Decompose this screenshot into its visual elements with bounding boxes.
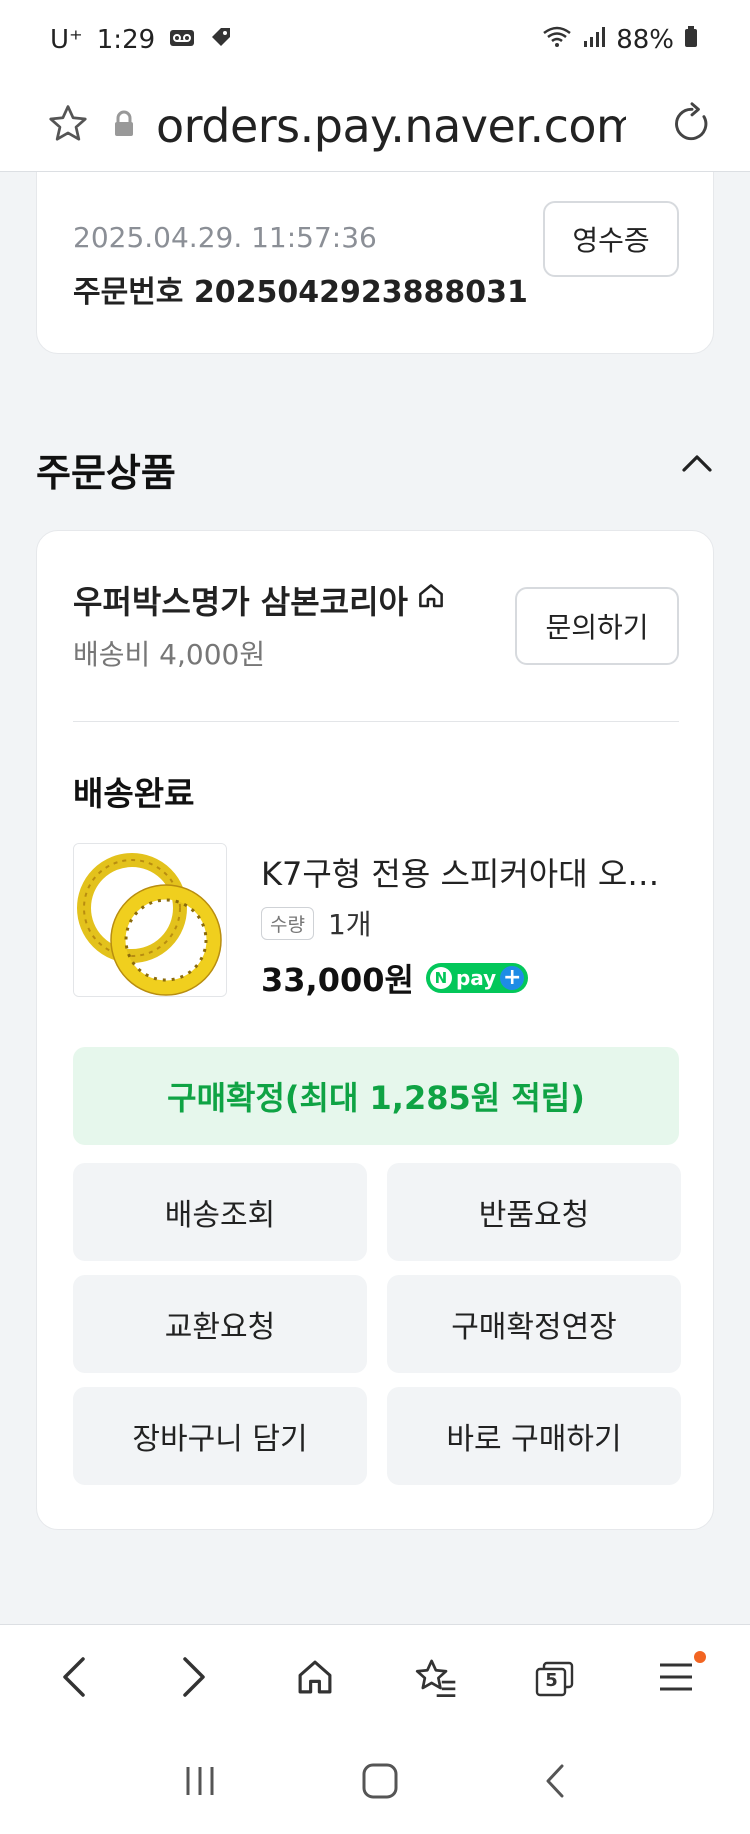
recent-apps-icon[interactable] <box>182 1764 218 1802</box>
battery-level: 88% <box>616 25 674 55</box>
lock-icon <box>112 110 136 142</box>
forward-button[interactable] <box>154 1639 234 1719</box>
receipt-button[interactable]: 영수증 <box>543 201 679 277</box>
order-datetime: 2025.04.29. 11:57:36 <box>73 221 377 254</box>
plus-icon: + <box>500 966 525 990</box>
system-back-icon[interactable] <box>542 1762 568 1804</box>
bookmarks-button[interactable] <box>395 1639 475 1719</box>
buy-now-button[interactable]: 바로 구매하기 <box>387 1387 681 1485</box>
seller-name[interactable]: 우퍼박스명가 삼본코리아 <box>73 577 408 623</box>
order-item-card: 우퍼박스명가 삼본코리아 배송비 4,000원 문의하기 배송완료 K7구형 전… <box>36 530 714 1530</box>
time-label: 1:29 <box>96 25 156 55</box>
seller-name-row[interactable]: 우퍼박스명가 삼본코리아 <box>73 577 446 623</box>
home-square-icon[interactable] <box>361 1762 399 1804</box>
page-content: 2025.04.29. 11:57:36 주문번호 20250429238880… <box>0 172 750 1624</box>
system-nav-bar <box>0 1732 750 1834</box>
naver-n-icon: N <box>429 967 452 989</box>
quantity-label: 수량 <box>261 906 314 940</box>
product-thumbnail[interactable] <box>73 843 227 997</box>
extend-confirm-button[interactable]: 구매확정연장 <box>387 1275 681 1373</box>
carrier-label: U⁺ <box>50 25 83 55</box>
signal-icon <box>582 25 606 55</box>
order-info-card: 2025.04.29. 11:57:36 주문번호 20250429238880… <box>36 172 714 354</box>
quantity-row: 수량 1개 <box>261 903 372 943</box>
inquiry-button[interactable]: 문의하기 <box>515 587 679 665</box>
menu-icon <box>657 1660 695 1698</box>
url-text[interactable]: orders.pay.naver.com <box>156 99 626 153</box>
wifi-icon <box>542 25 572 56</box>
tabs-icon: 5 <box>534 1661 576 1697</box>
exchange-request-button[interactable]: 교환요청 <box>73 1275 367 1373</box>
tabs-count: 5 <box>545 1669 558 1691</box>
chevron-right-icon <box>179 1655 209 1703</box>
reload-icon[interactable] <box>670 101 714 150</box>
shipping-fee: 배송비 4,000원 <box>73 638 266 671</box>
npay-badge: N pay + <box>425 963 529 993</box>
price-row: 33,000원 N pay + <box>261 955 529 1001</box>
browser-url-bar: orders.pay.naver.com <box>0 80 750 172</box>
npay-label: pay <box>455 966 497 990</box>
purchase-confirm-button[interactable]: 구매확정(최대 1,285원 적립) <box>73 1047 679 1145</box>
delivery-status: 배송완료 <box>73 774 195 813</box>
return-request-button[interactable]: 반품요청 <box>387 1163 681 1261</box>
menu-button[interactable] <box>636 1639 716 1719</box>
voicemail-icon <box>169 25 195 55</box>
battery-icon <box>684 25 698 55</box>
section-title: 주문상품 <box>36 451 176 495</box>
store-home-icon[interactable] <box>416 581 446 619</box>
quantity-value: 1개 <box>327 908 372 941</box>
back-button[interactable] <box>34 1639 114 1719</box>
star-list-icon <box>413 1656 457 1702</box>
order-number: 주문번호 2025042923888031 <box>73 275 528 310</box>
chevron-up-icon[interactable] <box>680 452 714 478</box>
divider <box>73 721 679 722</box>
bookmark-star-icon[interactable] <box>46 102 90 150</box>
tabs-button[interactable]: 5 <box>515 1639 595 1719</box>
home-button[interactable] <box>275 1639 355 1719</box>
status-bar: U⁺ 1:29 88% <box>0 0 750 80</box>
track-delivery-button[interactable]: 배송조회 <box>73 1163 367 1261</box>
product-name[interactable]: K7구형 전용 스피커아대 오일... <box>261 849 681 895</box>
add-to-cart-button[interactable]: 장바구니 담기 <box>73 1387 367 1485</box>
home-icon <box>294 1656 336 1702</box>
product-image <box>74 844 226 996</box>
chevron-left-icon <box>59 1655 89 1703</box>
browser-bottom-nav: 5 <box>0 1624 750 1732</box>
product-price: 33,000원 <box>261 961 414 999</box>
notification-dot <box>693 1650 706 1663</box>
tag-icon <box>209 25 233 56</box>
